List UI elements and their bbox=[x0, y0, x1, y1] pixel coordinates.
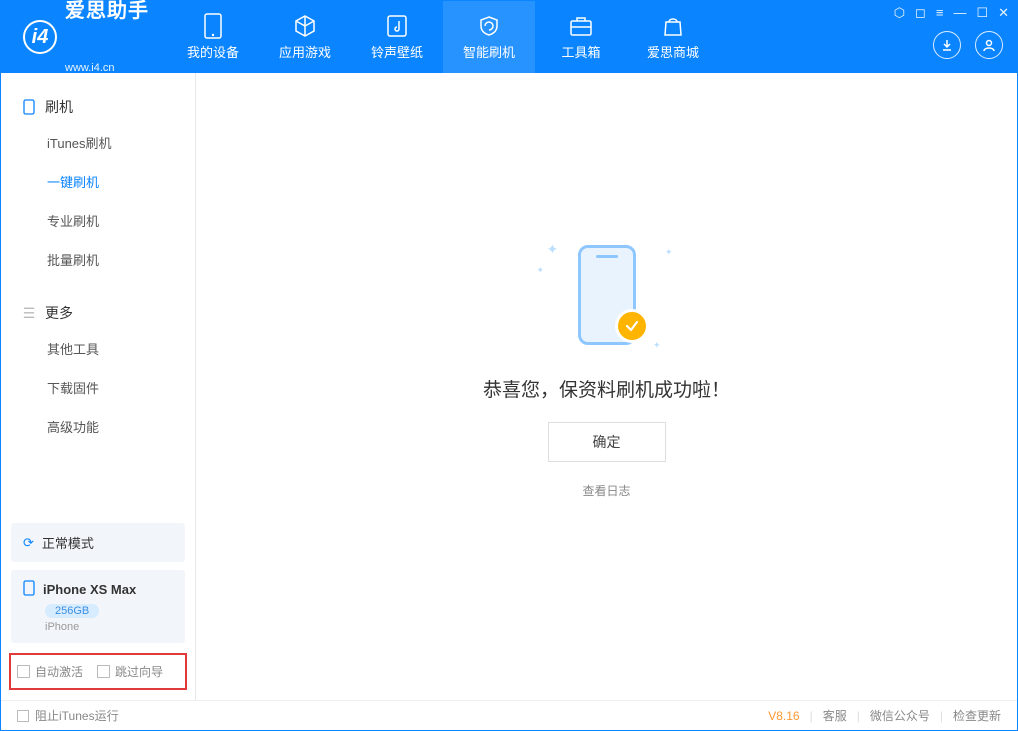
refresh-shield-icon bbox=[477, 14, 501, 38]
highlighted-checkbox-row: 自动激活 跳过向导 bbox=[9, 653, 187, 690]
tab-label: 我的设备 bbox=[187, 42, 239, 61]
device-capacity: 256GB bbox=[45, 604, 99, 618]
tab-label: 铃声壁纸 bbox=[371, 42, 423, 61]
app-url: www.i4.cn bbox=[65, 62, 149, 74]
sidebar-item-other-tools[interactable]: 其他工具 bbox=[1, 329, 195, 368]
checkbox-icon bbox=[17, 665, 30, 678]
window-controls-top: ⬡ ◻ ≡ — ☐ ✕ bbox=[894, 5, 1009, 21]
sidebar-item-advanced[interactable]: 高级功能 bbox=[1, 407, 195, 446]
checkbox-icon bbox=[17, 710, 29, 722]
device-name: iPhone XS Max bbox=[43, 582, 136, 597]
user-button[interactable] bbox=[975, 31, 1003, 59]
cube-icon bbox=[293, 14, 317, 38]
menu-icon[interactable]: ≡ bbox=[936, 5, 944, 21]
minimize-button[interactable]: — bbox=[953, 5, 966, 21]
tab-apps-games[interactable]: 应用游戏 bbox=[259, 1, 351, 73]
tab-smart-flash[interactable]: 智能刷机 bbox=[443, 1, 535, 73]
checkbox-auto-activate[interactable]: 自动激活 bbox=[17, 663, 83, 680]
checkbox-skip-guide[interactable]: 跳过向导 bbox=[97, 663, 163, 680]
tab-ringtone-wallpaper[interactable]: 铃声壁纸 bbox=[351, 1, 443, 73]
footer-wechat-link[interactable]: 微信公众号 bbox=[870, 707, 930, 724]
list-icon: ☰ bbox=[21, 305, 37, 321]
footer: 阻止iTunes运行 V8.16 | 客服 | 微信公众号 | 检查更新 bbox=[1, 700, 1017, 730]
refresh-icon: ⟳ bbox=[23, 535, 34, 551]
main-tabs: 我的设备 应用游戏 铃声壁纸 智能刷机 工具箱 爱思商城 bbox=[167, 1, 719, 73]
sidebar-item-batch-flash[interactable]: 批量刷机 bbox=[1, 240, 195, 279]
app-logo: i4 爱思助手 www.i4.cn bbox=[1, 0, 167, 74]
success-illustration: ✦ ✦ ✦ ✦ bbox=[537, 235, 677, 355]
music-file-icon bbox=[385, 14, 409, 38]
tab-label: 应用游戏 bbox=[279, 42, 331, 61]
footer-update-link[interactable]: 检查更新 bbox=[953, 707, 1001, 724]
checkbox-label: 自动激活 bbox=[35, 663, 83, 680]
sidebar-item-download-firmware[interactable]: 下载固件 bbox=[1, 368, 195, 407]
checkbox-label: 跳过向导 bbox=[115, 663, 163, 680]
status-label: 正常模式 bbox=[42, 533, 94, 552]
sidebar-head-label: 刷机 bbox=[45, 97, 73, 117]
tab-label: 智能刷机 bbox=[463, 42, 515, 61]
maximize-button[interactable]: ☐ bbox=[976, 5, 988, 21]
version-label: V8.16 bbox=[768, 709, 799, 723]
briefcase-icon bbox=[569, 14, 593, 38]
sidebar-head-flash: 刷机 bbox=[1, 91, 195, 123]
sidebar: 刷机 iTunes刷机 一键刷机 专业刷机 批量刷机 ☰ 更多 其他工具 下载固… bbox=[1, 73, 196, 700]
sparkle-icon: ✦ bbox=[537, 265, 545, 276]
phone-icon bbox=[21, 99, 37, 115]
check-badge-icon bbox=[615, 309, 649, 343]
ok-button[interactable]: 确定 bbox=[548, 422, 666, 462]
sidebar-item-itunes-flash[interactable]: iTunes刷机 bbox=[1, 123, 195, 162]
device-icon bbox=[23, 580, 35, 599]
checkbox-block-itunes[interactable]: 阻止iTunes运行 bbox=[17, 707, 119, 724]
skin-icon[interactable]: ⬡ bbox=[894, 5, 905, 21]
sparkle-icon: ✦ bbox=[665, 247, 673, 258]
main-panel: ✦ ✦ ✦ ✦ 恭喜您，保资料刷机成功啦！ 确定 查看日志 bbox=[196, 73, 1017, 700]
tab-my-device[interactable]: 我的设备 bbox=[167, 1, 259, 73]
device-type: iPhone bbox=[45, 621, 173, 633]
success-message: 恭喜您，保资料刷机成功啦！ bbox=[483, 375, 730, 402]
tab-label: 工具箱 bbox=[561, 42, 600, 61]
device-mode-status[interactable]: ⟳ 正常模式 bbox=[11, 523, 185, 562]
view-log-link[interactable]: 查看日志 bbox=[582, 482, 630, 499]
checkbox-icon bbox=[97, 665, 110, 678]
sparkle-icon: ✦ bbox=[547, 241, 559, 258]
checkbox-label: 阻止iTunes运行 bbox=[35, 707, 119, 724]
download-button[interactable] bbox=[933, 31, 961, 59]
header-actions bbox=[933, 31, 1003, 59]
close-button[interactable]: ✕ bbox=[998, 5, 1009, 21]
sparkle-icon: ✦ bbox=[653, 340, 661, 351]
device-icon bbox=[201, 14, 225, 38]
tab-toolbox[interactable]: 工具箱 bbox=[535, 1, 627, 73]
tab-store[interactable]: 爱思商城 bbox=[627, 1, 719, 73]
app-name: 爱思助手 bbox=[65, 0, 149, 62]
bag-icon bbox=[661, 14, 685, 38]
sidebar-item-pro-flash[interactable]: 专业刷机 bbox=[1, 201, 195, 240]
titlebar: i4 爱思助手 www.i4.cn 我的设备 应用游戏 铃声壁纸 智能刷机 工具… bbox=[1, 1, 1017, 73]
sidebar-head-more: ☰ 更多 bbox=[1, 297, 195, 329]
logo-icon: i4 bbox=[23, 20, 57, 54]
footer-support-link[interactable]: 客服 bbox=[823, 707, 847, 724]
sidebar-item-oneclick-flash[interactable]: 一键刷机 bbox=[1, 162, 195, 201]
tab-label: 爱思商城 bbox=[647, 42, 699, 61]
device-info-box[interactable]: iPhone XS Max 256GB iPhone bbox=[11, 570, 185, 643]
feedback-icon[interactable]: ◻ bbox=[915, 5, 926, 21]
sidebar-head-label: 更多 bbox=[45, 303, 73, 323]
